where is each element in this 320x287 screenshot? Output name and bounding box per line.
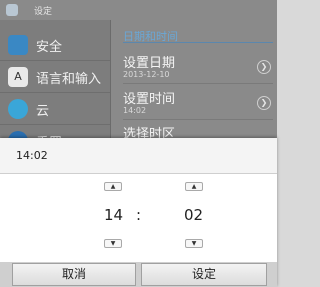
set-time-item[interactable]: 设置时间 14:02 ❯ xyxy=(123,88,273,118)
cancel-button[interactable]: 取消 xyxy=(12,263,136,286)
set-button[interactable]: 设定 xyxy=(141,263,267,286)
section-divider xyxy=(123,42,273,43)
divider xyxy=(0,92,110,93)
hour-decrement-button[interactable]: ▼ xyxy=(104,239,122,248)
keyboard-a-icon: A xyxy=(8,67,28,87)
hour-increment-button[interactable]: ▲ xyxy=(104,182,122,191)
app-title: 设定 xyxy=(34,7,53,17)
item-subtitle: 2013-12-10 xyxy=(123,70,170,79)
status-bar: 设定 xyxy=(0,0,277,20)
hour-value[interactable]: 14 xyxy=(104,206,123,224)
minute-value[interactable]: 02 xyxy=(184,206,203,224)
time-picker-dialog: 14:02 ▲ ▲ 14 : 02 ▼ ▼ 取消 设定 xyxy=(0,138,277,287)
sidebar-item-label: 安全 xyxy=(36,40,63,55)
cloud-icon xyxy=(8,99,28,119)
item-title: 设置日期 xyxy=(123,56,176,71)
chevron-right-icon: ❯ xyxy=(257,60,271,74)
sidebar-item-label: 云 xyxy=(36,104,50,119)
sidebar-item-cloud[interactable]: 云 xyxy=(0,94,110,124)
dialog-button-bar: 取消 设定 xyxy=(0,262,277,287)
time-separator: : xyxy=(136,206,142,224)
dialog-title-bar: 14:02 xyxy=(0,138,277,174)
divider xyxy=(0,60,110,61)
divider xyxy=(123,119,273,120)
divider xyxy=(123,83,273,84)
set-date-item[interactable]: 设置日期 2013-12-10 ❯ xyxy=(123,52,273,82)
divider xyxy=(0,124,110,125)
settings-app-icon xyxy=(6,4,18,16)
select-timezone-item[interactable]: 选择时区 xyxy=(123,123,273,142)
chevron-right-icon: ❯ xyxy=(257,96,271,110)
sidebar-item-label: 语言和输入 xyxy=(36,72,102,87)
minute-increment-button[interactable]: ▲ xyxy=(185,182,203,191)
minute-decrement-button[interactable]: ▼ xyxy=(185,239,203,248)
sidebar-item-security[interactable]: 安全 xyxy=(0,30,110,60)
dialog-title: 14:02 xyxy=(16,149,48,162)
item-title: 设置时间 xyxy=(123,92,176,107)
item-subtitle: 14:02 xyxy=(123,106,147,115)
lock-icon xyxy=(8,35,28,55)
sidebar-item-language-input[interactable]: A 语言和输入 xyxy=(0,62,110,92)
